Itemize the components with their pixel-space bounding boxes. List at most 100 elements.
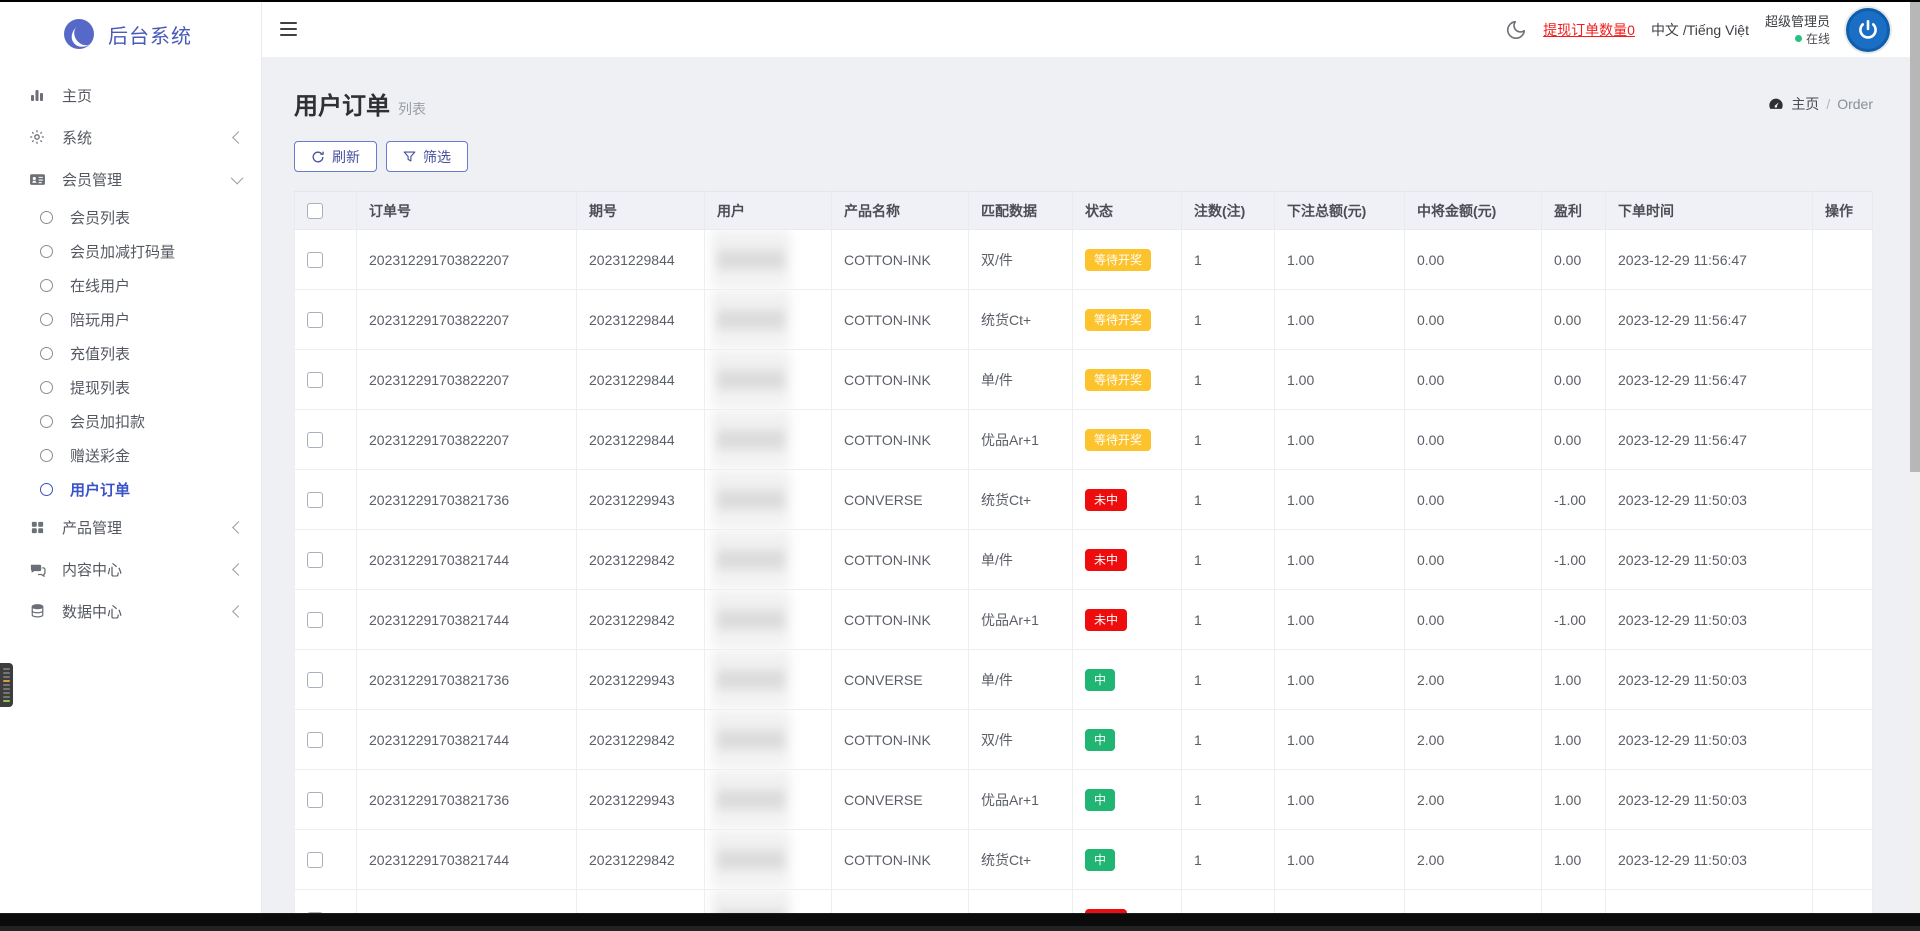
sidebar-item-7[interactable]: 陪玩用户 [0,302,261,336]
time-cell: 2023-12-29 11:50:03 [1606,530,1813,590]
table-row: 20231229170382220720231229844COTTON-INK统… [295,290,1873,350]
win-amount-cell: 0.00 [1405,230,1542,290]
sidebar-item-label: 会员加减打码量 [70,241,243,262]
sidebar-item-14[interactable]: 内容中心 [0,548,261,590]
profit-cell: 1.00 [1542,830,1606,890]
row-checkbox[interactable] [307,432,323,448]
row-checkbox[interactable] [307,312,323,328]
profit-cell: -1.00 [1542,470,1606,530]
row-checkbox[interactable] [307,372,323,388]
checkbox-cell [295,530,357,590]
period-no-cell: 20231229844 [577,290,705,350]
blurred-username [717,550,785,570]
ops-cell [1813,230,1873,290]
row-checkbox[interactable] [307,732,323,748]
withdraw-order-count[interactable]: 提现订单数量0 [1543,20,1635,40]
status-badge: 等待开奖 [1085,309,1151,331]
avatar[interactable] [1846,8,1890,52]
row-checkbox[interactable] [307,612,323,628]
status-cell: 中 [1073,650,1182,710]
sidebar-item-9[interactable]: 提现列表 [0,370,261,404]
profit-cell: 0.00 [1542,350,1606,410]
win-amount-cell: 0.00 [1405,410,1542,470]
dark-mode-moon-icon[interactable] [1505,19,1527,41]
sidebar-item-5[interactable]: 会员加减打码量 [0,234,261,268]
sidebar-item-label: 系统 [62,127,234,148]
checkbox-cell [295,230,357,290]
page-scrollbar[interactable] [1910,2,1920,913]
table-row: 20231229170382173620231229943CONVERSE单/件… [295,650,1873,710]
win-amount-cell: 0.00 [1405,290,1542,350]
breadcrumb: 主页 / Order [1768,94,1873,114]
refresh-button[interactable]: 刷新 [294,141,377,172]
ops-cell [1813,650,1873,710]
sidebar-item-10[interactable]: 会员加扣款 [0,404,261,438]
user-cell [705,770,832,830]
status-cell: 等待开奖 [1073,350,1182,410]
row-checkbox[interactable] [307,552,323,568]
match-cell: 统货Ct+ [969,830,1073,890]
period-no-cell: 20231229842 [577,590,705,650]
sidebar-item-2[interactable]: 系统 [0,116,261,158]
checkbox-cell [295,290,357,350]
gear-icon [28,128,46,146]
table-body: 20231229170382220720231229844COTTON-INK双… [295,230,1873,931]
brand-name: 后台系统 [108,20,192,49]
scrollbar-thumb[interactable] [1910,2,1920,472]
status-badge: 未中 [1085,549,1127,571]
chat-icon [28,560,46,578]
period-no-cell: 20231229943 [577,470,705,530]
circle-icon [37,310,55,328]
status-badge: 等待开奖 [1085,369,1151,391]
sidebar-item-12[interactable]: 用户订单 [0,472,261,506]
sidebar-item-1[interactable]: 主页 [0,74,261,116]
hamburger-menu-icon[interactable] [280,22,297,36]
bets-cell: 1 [1182,350,1275,410]
order-no-cell: 202312291703822207 [357,350,577,410]
column-header: 操作 [1813,192,1873,230]
column-header: 注数(注) [1182,192,1275,230]
select-all-checkbox[interactable] [307,203,323,219]
product-cell: COTTON-INK [832,410,969,470]
sidebar-item-15[interactable]: 数据中心 [0,590,261,632]
sidebar-item-13[interactable]: 产品管理 [0,506,261,548]
row-checkbox[interactable] [307,252,323,268]
row-checkbox[interactable] [307,792,323,808]
match-cell: 统货Ct+ [969,290,1073,350]
dashboard-icon [1768,96,1784,112]
blurred-username [717,730,785,750]
status-badge: 中 [1085,729,1115,751]
bets-cell: 1 [1182,590,1275,650]
sidebar-item-4[interactable]: 会员列表 [0,200,261,234]
online-dot-icon [1795,35,1802,42]
sidebar-item-label: 会员列表 [70,207,243,228]
total-cell: 1.00 [1275,350,1405,410]
row-checkbox[interactable] [307,852,323,868]
profit-cell: 1.00 [1542,710,1606,770]
status-cell: 未中 [1073,530,1182,590]
win-amount-cell: 0.00 [1405,590,1542,650]
top-black-bar [0,0,1920,2]
match-cell: 单/件 [969,650,1073,710]
row-checkbox[interactable] [307,492,323,508]
sidebar-item-11[interactable]: 赠送彩金 [0,438,261,472]
row-checkbox[interactable] [307,672,323,688]
time-cell: 2023-12-29 11:56:47 [1606,410,1813,470]
total-cell: 1.00 [1275,290,1405,350]
column-header: 产品名称 [832,192,969,230]
filter-button[interactable]: 筛选 [386,141,468,172]
debug-panel-handle[interactable] [0,663,13,707]
breadcrumb-home[interactable]: 主页 [1791,94,1819,114]
sidebar-item-8[interactable]: 充值列表 [0,336,261,370]
sidebar-item-3[interactable]: 会员管理 [0,158,261,200]
admin-role: 超级管理员 [1765,13,1830,31]
sidebar-item-6[interactable]: 在线用户 [0,268,261,302]
profit-cell: -1.00 [1542,590,1606,650]
table-row: 20231229170382220720231229844COTTON-INK单… [295,350,1873,410]
checkbox-cell [295,350,357,410]
sidebar-item-label: 会员加扣款 [70,411,243,432]
order-no-cell: 202312291703821736 [357,470,577,530]
language-switch[interactable]: 中文 /Tiếng Việt [1651,20,1749,40]
chevron-left-icon [232,131,245,144]
user-cell [705,590,832,650]
